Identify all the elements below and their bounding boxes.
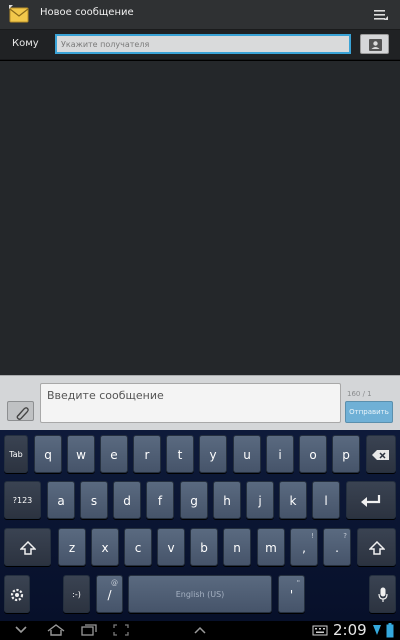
chevron-up-icon[interactable] (193, 624, 207, 636)
compose-bar: 160 / 1 Отправить (0, 375, 400, 430)
key-i[interactable]: i (266, 435, 294, 473)
recipient-row: Кому (0, 30, 400, 60)
key-voice[interactable] (369, 575, 396, 613)
battery-icon (386, 623, 394, 638)
key-u[interactable]: u (233, 435, 261, 473)
key-period-label: . (335, 541, 339, 555)
key-comma-label: , (302, 541, 306, 555)
key-slash-alt: @ (111, 579, 118, 587)
key-k[interactable]: k (279, 481, 307, 519)
keyboard-notification-icon (312, 625, 328, 636)
key-j[interactable]: j (246, 481, 274, 519)
key-emoticon[interactable]: :-) (63, 575, 90, 613)
wifi-icon (373, 625, 381, 635)
conversation-area (0, 61, 400, 375)
key-r[interactable]: r (133, 435, 161, 473)
paperclip-icon (16, 407, 29, 420)
shift-icon (18, 540, 37, 555)
action-bar: Новое сообщение (0, 0, 400, 30)
key-l[interactable]: l (312, 481, 340, 519)
key-e[interactable]: e (100, 435, 128, 473)
add-contact-button[interactable] (360, 34, 389, 54)
key-shift-left[interactable] (4, 528, 51, 566)
key-symbols[interactable]: ?123 (4, 481, 41, 519)
key-comma-alt: ! (311, 532, 314, 540)
recent-apps-icon[interactable] (81, 624, 97, 636)
key-period[interactable]: . ? (323, 528, 351, 566)
key-y[interactable]: y (199, 435, 227, 473)
messaging-app-icon[interactable] (9, 5, 29, 24)
key-d[interactable]: d (113, 481, 141, 519)
screenshot-icon[interactable] (113, 624, 129, 636)
settings-icon (10, 588, 24, 601)
menu-icon[interactable] (374, 8, 388, 22)
key-apostrophe-label: ' (289, 588, 294, 602)
key-q[interactable]: q (34, 435, 62, 473)
key-n[interactable]: n (223, 528, 251, 566)
key-delete[interactable] (366, 435, 396, 473)
key-apostrophe[interactable]: ' " (278, 575, 305, 613)
key-a[interactable]: a (47, 481, 75, 519)
key-slash[interactable]: / @ (96, 575, 123, 613)
key-o[interactable]: o (299, 435, 327, 473)
key-shift-right[interactable] (357, 528, 396, 566)
key-apostrophe-alt: " (296, 579, 300, 587)
status-clock: 2:09 (333, 621, 367, 639)
key-b[interactable]: b (190, 528, 218, 566)
key-settings[interactable] (4, 575, 30, 613)
key-s[interactable]: s (80, 481, 108, 519)
key-t[interactable]: t (166, 435, 194, 473)
key-p[interactable]: p (332, 435, 360, 473)
contact-card-icon (369, 39, 382, 51)
key-h[interactable]: h (213, 481, 241, 519)
screen-title: Новое сообщение (40, 7, 134, 18)
key-g[interactable]: g (180, 481, 208, 519)
enter-icon (361, 494, 381, 507)
shift-icon (367, 540, 386, 555)
key-tab[interactable]: Tab (4, 435, 28, 473)
key-v[interactable]: v (157, 528, 185, 566)
key-space[interactable]: English (US) (128, 575, 272, 613)
key-z[interactable]: z (58, 528, 86, 566)
on-screen-keyboard: Tab q w e r t y u i o p ?123 a s d f g h… (0, 430, 400, 621)
key-w[interactable]: w (67, 435, 95, 473)
microphone-icon (377, 587, 388, 602)
key-f[interactable]: f (146, 481, 174, 519)
key-x[interactable]: x (91, 528, 119, 566)
character-counter: 160 / 1 (347, 390, 372, 398)
system-bar: 2:09 (0, 621, 400, 640)
recipient-input[interactable] (55, 34, 351, 54)
send-button[interactable]: Отправить (345, 401, 393, 423)
key-enter[interactable] (346, 481, 396, 519)
key-c[interactable]: c (124, 528, 152, 566)
home-icon[interactable] (47, 624, 65, 636)
key-period-alt: ? (343, 532, 347, 540)
message-input[interactable] (40, 383, 341, 423)
key-m[interactable]: m (257, 528, 285, 566)
hide-keyboard-icon[interactable] (14, 624, 28, 636)
attach-button[interactable] (7, 401, 34, 421)
backspace-icon (372, 449, 389, 460)
recipient-label: Кому (12, 38, 39, 49)
key-comma[interactable]: , ! (290, 528, 318, 566)
